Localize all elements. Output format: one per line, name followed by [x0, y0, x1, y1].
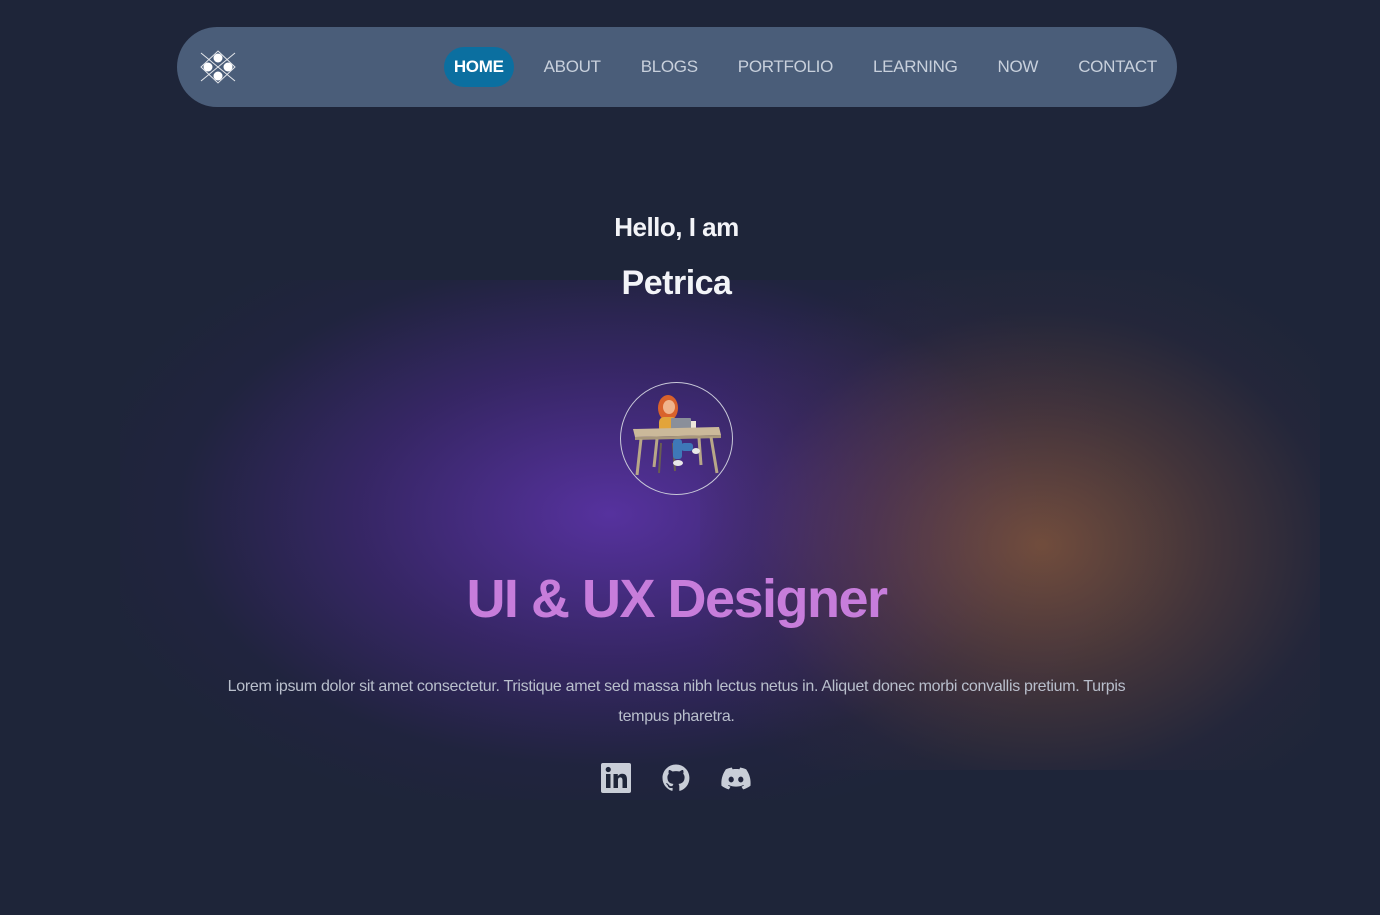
discord-link[interactable] [720, 762, 752, 794]
nav-item-now[interactable]: NOW [988, 47, 1049, 87]
site-logo[interactable] [197, 47, 239, 87]
discord-icon [721, 767, 751, 790]
nav-menu: HOME ABOUT BLOGS PORTFOLIO LEARNING NOW … [443, 27, 1177, 107]
hero-description: Lorem ipsum dolor sit amet consectetur. … [227, 678, 1126, 725]
hero-greeting: Hello, I am [614, 212, 739, 242]
github-link[interactable] [660, 762, 692, 794]
linkedin-link[interactable] [600, 762, 632, 794]
nav-item-learning[interactable]: LEARNING [863, 47, 968, 87]
nav-item-portfolio[interactable]: PORTFOLIO [728, 47, 843, 87]
page: HOME ABOUT BLOGS PORTFOLIO LEARNING NOW … [0, 0, 1380, 915]
nav-item-about[interactable]: ABOUT [534, 47, 611, 87]
nav-item-contact[interactable]: CONTACT [1068, 47, 1167, 87]
social-links [600, 762, 752, 794]
linkedin-icon [601, 763, 631, 793]
hero-role: UI & UX Designer [466, 569, 888, 629]
hero-name: Petrica [621, 264, 732, 302]
top-navbar: HOME ABOUT BLOGS PORTFOLIO LEARNING NOW … [177, 27, 1177, 107]
github-icon [662, 764, 690, 791]
nav-item-home[interactable]: HOME [443, 47, 514, 87]
nav-item-blogs[interactable]: BLOGS [631, 47, 708, 87]
person-at-desk-illustration-icon [633, 395, 721, 476]
diamond-dots-logo-icon [200, 50, 236, 84]
avatar [620, 382, 733, 495]
